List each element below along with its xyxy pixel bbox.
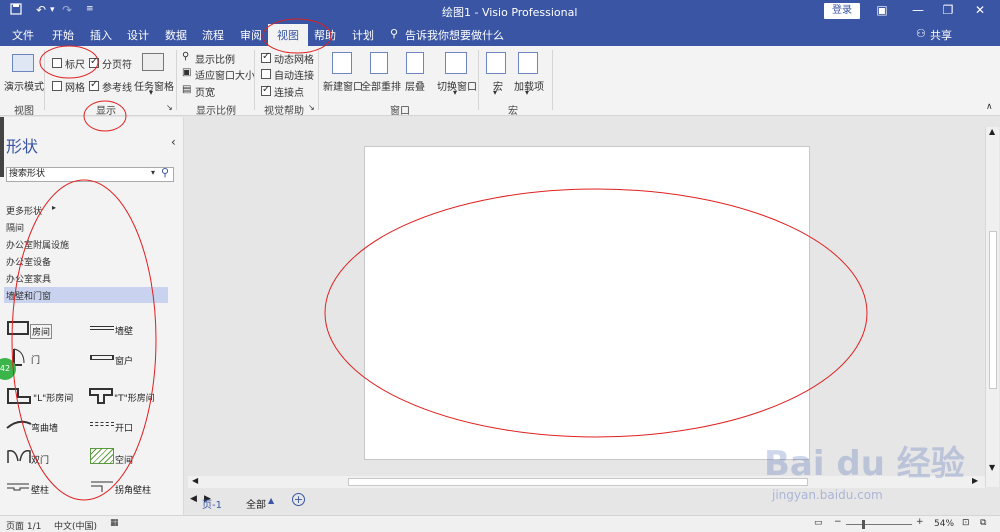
annotation-overlay	[11, 18, 868, 501]
annotation-view-tab	[262, 18, 332, 54]
annotation-shapes	[11, 179, 157, 501]
annotation-ruler	[39, 45, 99, 79]
annotation-show-group	[83, 100, 127, 132]
annotation-page	[324, 188, 868, 438]
